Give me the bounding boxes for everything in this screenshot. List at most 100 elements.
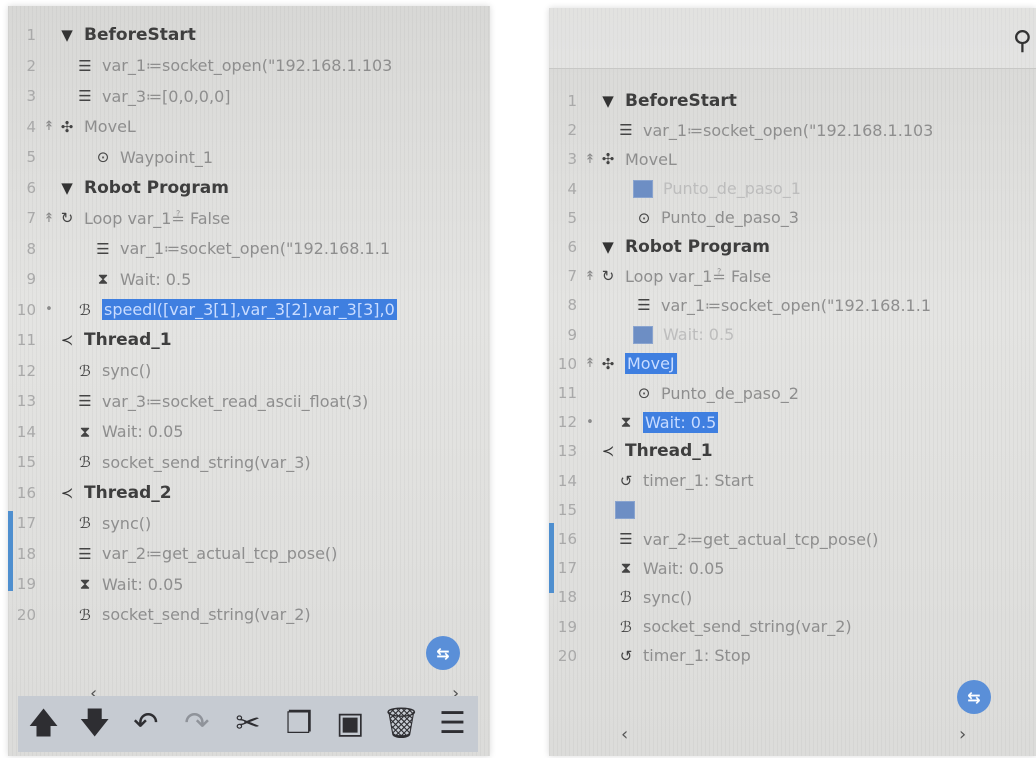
tree-node[interactable]: 17 ⧗ Wait: 0.05 [549, 553, 1036, 583]
tree-node[interactable]: 4 ↟ ✣ MoveL [8, 112, 490, 142]
tree-node[interactable]: 3 ↟ ✣ MoveL [549, 144, 1036, 174]
tree-node[interactable]: 11 ≺ Thread_1 [8, 325, 490, 355]
tree-node[interactable]: 11 ⊙ Punto_de_paso_2 [549, 378, 1036, 408]
node-type-icon: ☰ [619, 530, 633, 548]
tree-node[interactable]: 5 ⊙ Waypoint_1 [8, 142, 490, 172]
tree-node[interactable]: 18 ☰ var_2≔get_actual_tcp_pose() [8, 539, 490, 569]
node-type-icon: ✣ [601, 150, 615, 169]
tree-node[interactable]: 13 ≺ Thread_1 [549, 436, 1036, 466]
tree-node[interactable]: 12 • ⧗ Wait: 0.5 [549, 407, 1036, 437]
tree-node[interactable]: 14 ⧗ Wait: 0.05 [8, 417, 490, 447]
node-label: sync() [102, 513, 152, 533]
node-label: socket_send_string(var_3) [102, 452, 311, 472]
tree-node[interactable]: 16 ≺ Thread_2 [8, 478, 490, 508]
node-label: var_1≔socket_open("192.168.1.1 [120, 239, 390, 258]
tree-node[interactable]: 19 ℬsocket_send_string(var_2) [549, 612, 1036, 642]
search-icon[interactable]: ⚲ [1013, 26, 1032, 56]
tree-node[interactable]: 20 ℬsocket_send_string(var_2) [8, 600, 490, 630]
line-number: 1 [567, 92, 577, 110]
scroll-left-button[interactable]: ‹ [621, 724, 628, 745]
move-up-icon[interactable]: 🡅 [24, 709, 64, 739]
line-number: 1 [26, 26, 36, 44]
node-label: var_3≔socket_read_ascii_float(3) [102, 391, 369, 411]
tree-node[interactable]: 4 Punto_de_paso_1 [549, 174, 1036, 204]
tree-node[interactable]: 19 ⧗ Wait: 0.05 [8, 569, 490, 599]
tree-node[interactable]: 13 ☰ var_3≔socket_read_ascii_float(3) [8, 386, 490, 416]
line-number: 19 [16, 575, 36, 593]
tree-node[interactable]: 15 [549, 495, 1036, 525]
tree-node[interactable]: 2 ☰ var_1≔socket_open("192.168.1.103 [549, 115, 1036, 145]
line-number: 13 [16, 392, 36, 410]
tree-node[interactable]: 18 ℬsync() [549, 582, 1036, 612]
tree-node[interactable]: 9 ⧗ Wait: 0.5 [8, 264, 490, 294]
tree-node[interactable]: 9 Wait: 0.5 [549, 320, 1036, 350]
tree-node[interactable]: 6 ▼ Robot Program [549, 232, 1036, 262]
node-marker-icon: • [45, 302, 53, 317]
tree-node[interactable]: 7 ↟ ↻ Loop var_1≟ False [8, 203, 490, 233]
line-number: 17 [557, 559, 577, 578]
line-number: 16 [557, 530, 577, 548]
node-type-icon: ⊙ [637, 384, 651, 402]
node-type-icon: ℬ [620, 588, 632, 607]
tree-node[interactable]: 10 • ℬspeedl([var_3[1],var_3[2],var_3[3],0 [8, 295, 490, 325]
node-type-icon: ⊙ [637, 208, 651, 227]
tree-node[interactable]: 3 ☰ var_3≔[0,0,0,0] [8, 81, 490, 111]
redo-icon[interactable]: ↷ [177, 709, 217, 739]
tree-node[interactable]: 20 ↺ timer_1: Stop [549, 641, 1036, 671]
tree-node[interactable]: 1 ▼ BeforeStart [8, 20, 490, 50]
line-number: 2 [567, 121, 577, 140]
node-marker-icon: ↟ [43, 119, 55, 134]
tree-node[interactable]: 6 ▼ Robot Program [8, 173, 490, 203]
tree-node[interactable]: 10 ↟ ✣ MoveJ [549, 349, 1036, 379]
node-label: timer_1: Stop [643, 646, 751, 666]
tree-node[interactable]: 1 ▼ BeforeStart [549, 86, 1036, 116]
node-type-icon: ☰ [78, 87, 92, 105]
node-type-icon: ☰ [78, 392, 92, 410]
node-marker-icon: ↟ [584, 151, 596, 167]
node-type-icon: ℬ [79, 605, 91, 624]
node-type-icon: ≺ [601, 442, 615, 461]
tree-node[interactable]: 16 ☰ var_2≔get_actual_tcp_pose() [549, 524, 1036, 554]
cut-icon[interactable]: ✂ [228, 709, 268, 739]
tree-node[interactable]: 8 ☰ var_1≔socket_open("192.168.1.1 [549, 290, 1036, 320]
tree-node[interactable]: 14 ↺ timer_1: Start [549, 466, 1036, 496]
node-type-icon: ☰ [78, 56, 92, 75]
tree-node[interactable]: 12 ℬsync() [8, 356, 490, 386]
node-label: Wait: 0.05 [102, 422, 184, 441]
tree-node[interactable]: 17 ℬsync() [8, 508, 490, 538]
node-label: socket_send_string(var_2) [102, 605, 311, 624]
arrow-right-left-icon[interactable]: ⇆ [426, 636, 460, 670]
copy-icon[interactable]: ❐ [279, 709, 319, 739]
tree-node[interactable]: 7 ↟ ↻ Loop var_1≟ False [549, 261, 1036, 291]
line-number: 4 [26, 117, 36, 136]
line-number: 13 [557, 442, 577, 461]
tree-node[interactable]: 8 ☰ var_1≔socket_open("192.168.1.1 [8, 234, 490, 264]
node-type-icon: ↺ [619, 471, 633, 490]
scroll-right-button[interactable]: › [959, 724, 966, 745]
tree-node[interactable]: 15 ℬsocket_send_string(var_3) [8, 447, 490, 477]
arrow-right-left-icon[interactable]: ⇆ [957, 680, 991, 714]
node-label: var_3≔[0,0,0,0] [102, 86, 231, 106]
line-number: 11 [557, 384, 577, 402]
undo-icon[interactable]: ↶ [126, 709, 166, 739]
delete-icon[interactable]: 🗑 [381, 709, 421, 739]
node-type-icon: ℬ [79, 361, 91, 380]
search-bar [549, 8, 1036, 69]
node-label: Wait: 0.5 [663, 325, 735, 345]
node-type-icon: ↻ [60, 209, 74, 227]
move-down-icon[interactable]: 🡇 [75, 709, 115, 739]
line-number: 5 [26, 148, 36, 166]
line-number: 18 [16, 544, 36, 563]
line-number: 6 [26, 178, 36, 197]
suppress-icon[interactable]: ☰ [432, 709, 472, 739]
node-type-icon: ▼ [61, 26, 73, 44]
node-type-icon: ℬ [79, 453, 91, 471]
node-label: Punto_de_paso_1 [663, 179, 801, 199]
tree-node[interactable]: 5 ⊙ Punto_de_paso_3 [549, 203, 1036, 233]
line-number: 7 [567, 267, 577, 286]
node-label: BeforeStart [84, 25, 196, 45]
node-type-icon: ⧗ [79, 422, 91, 441]
tree-node[interactable]: 2 ☰ var_1≔socket_open("192.168.1.103 [8, 51, 490, 81]
node-label: MoveL [84, 117, 136, 136]
paste-icon[interactable]: ▣ [330, 709, 370, 739]
